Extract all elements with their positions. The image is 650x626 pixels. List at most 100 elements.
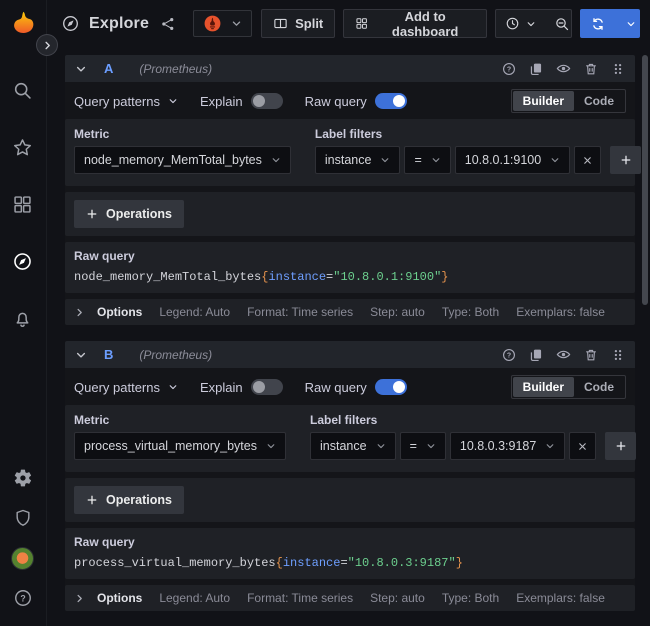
grafana-logo[interactable] [9, 9, 38, 38]
split-label: Split [295, 16, 323, 31]
refresh-interval-dropdown[interactable] [616, 9, 640, 38]
raw-query-label: Raw query [305, 94, 367, 109]
query-help-icon[interactable]: ? [502, 62, 516, 76]
add-filter-button[interactable] [605, 432, 636, 460]
datasource-picker[interactable] [193, 10, 252, 37]
explore-icon[interactable] [9, 247, 37, 275]
add-filter-button[interactable] [610, 146, 641, 174]
remove-query-trash-icon[interactable] [584, 348, 598, 362]
operations-button[interactable]: Operations [74, 200, 184, 228]
chevron-down-icon [426, 441, 436, 451]
filter-key-select[interactable]: instance [310, 432, 396, 460]
filter-operator-select[interactable]: = [400, 432, 446, 460]
server-admin-shield-icon[interactable] [9, 504, 37, 532]
collapse-query-icon[interactable] [75, 63, 87, 75]
filter-value-select[interactable]: 10.8.0.1:9100 [455, 146, 570, 174]
remove-query-trash-icon[interactable] [584, 62, 598, 76]
explain-toggle[interactable] [251, 93, 283, 109]
split-button[interactable]: Split [261, 9, 335, 38]
plus-icon [615, 440, 627, 452]
dashboards-icon[interactable] [9, 190, 37, 218]
query-patterns-dropdown[interactable]: Query patterns [74, 380, 178, 395]
explain-toggle-group: Explain [200, 93, 283, 109]
metric-select[interactable]: process_virtual_memory_bytes [74, 432, 286, 460]
chevron-down-icon [626, 19, 636, 29]
query-ref-id: A [104, 61, 113, 76]
options-row-b[interactable]: Options Legend: Auto Format: Time series… [65, 585, 635, 611]
query-header-a[interactable]: A (Prometheus) ? [65, 55, 635, 82]
code-mode-button[interactable]: Code [574, 91, 624, 111]
scrollbar-thumb[interactable] [642, 55, 648, 305]
explain-toggle-group: Explain [200, 379, 283, 395]
options-title: Options [97, 591, 142, 605]
options-row-a[interactable]: Options Legend: Auto Format: Time series… [65, 299, 635, 325]
avatar [11, 547, 34, 570]
duplicate-query-icon[interactable] [529, 62, 543, 76]
filter-key-select[interactable]: instance [315, 146, 401, 174]
refresh-split-button [580, 9, 640, 38]
builder-mode-button[interactable]: Builder [513, 91, 574, 111]
raw-query-toggle[interactable] [375, 93, 407, 109]
user-avatar[interactable] [9, 544, 37, 572]
operations-button[interactable]: Operations [74, 486, 184, 514]
chevron-down-icon [550, 155, 560, 165]
chevron-down-icon [376, 441, 386, 451]
editor-mode-switch: Builder Code [511, 375, 626, 399]
prometheus-icon [203, 14, 222, 33]
metric-field-label: Metric [74, 127, 291, 141]
raw-query-toggle[interactable] [375, 379, 407, 395]
alerting-icon[interactable] [9, 304, 37, 332]
query-editor-row-b: B (Prometheus) ? Query patterns Explain … [65, 341, 635, 611]
filter-key-value: instance [320, 439, 367, 453]
help-icon[interactable]: ? [9, 584, 37, 612]
query-header-b[interactable]: B (Prometheus) ? [65, 341, 635, 368]
code-string: "10.8.0.1:9100" [333, 270, 441, 284]
toggle-visibility-eye-icon[interactable] [556, 347, 571, 362]
remove-filter-button[interactable] [569, 432, 596, 460]
configuration-gear-icon[interactable] [9, 464, 37, 492]
share-icon[interactable] [160, 16, 176, 32]
add-to-dashboard-button[interactable]: Add to dashboard [343, 9, 486, 38]
query-header-actions: ? [502, 61, 625, 76]
chevron-down-icon [526, 19, 536, 29]
option-exemplars: Exemplars: false [516, 305, 605, 319]
query-patterns-dropdown[interactable]: Query patterns [74, 94, 178, 109]
metric-value: node_memory_MemTotal_bytes [84, 153, 262, 167]
operations-label: Operations [106, 493, 172, 507]
search-icon[interactable] [9, 76, 37, 104]
code-close-brace: } [441, 270, 448, 284]
code-close-brace: } [456, 556, 463, 570]
code-metric: node_memory_MemTotal_bytes [74, 270, 261, 284]
run-query-button[interactable] [580, 9, 616, 38]
query-help-icon[interactable]: ? [502, 348, 516, 362]
chevron-down-icon [545, 441, 555, 451]
explain-label: Explain [200, 94, 243, 109]
svg-text:?: ? [20, 593, 25, 603]
raw-query-label: Raw query [305, 380, 367, 395]
filter-operator-value: = [410, 439, 417, 453]
remove-filter-button[interactable] [574, 146, 601, 174]
toggle-visibility-eye-icon[interactable] [556, 61, 571, 76]
filter-operator-select[interactable]: = [404, 146, 450, 174]
metric-select[interactable]: node_memory_MemTotal_bytes [74, 146, 291, 174]
code-mode-button[interactable]: Code [574, 377, 624, 397]
option-step: Step: auto [370, 305, 425, 319]
zoom-out-icon [554, 16, 570, 32]
filter-value-select[interactable]: 10.8.0.3:9187 [450, 432, 565, 460]
drag-handle-icon[interactable] [611, 348, 625, 362]
starred-icon[interactable] [9, 133, 37, 161]
builder-mode-button[interactable]: Builder [513, 377, 574, 397]
drag-handle-icon[interactable] [611, 62, 625, 76]
query-datasource-label: (Prometheus) [139, 348, 212, 362]
explain-toggle[interactable] [251, 379, 283, 395]
time-range-picker[interactable] [496, 10, 545, 37]
duplicate-query-icon[interactable] [529, 348, 543, 362]
metric-field: Metric process_virtual_memory_bytes [74, 413, 286, 460]
topbar-actions: Split Add to dashboard [261, 9, 640, 38]
expand-sidebar-button[interactable] [36, 34, 58, 56]
collapse-query-icon[interactable] [75, 349, 87, 361]
query-editor-row-a: A (Prometheus) ? Query patterns Explain … [65, 55, 635, 325]
zoom-out-time-button[interactable] [545, 10, 572, 37]
code-open-brace: { [276, 556, 283, 570]
operations-section-a: Operations [65, 192, 635, 236]
